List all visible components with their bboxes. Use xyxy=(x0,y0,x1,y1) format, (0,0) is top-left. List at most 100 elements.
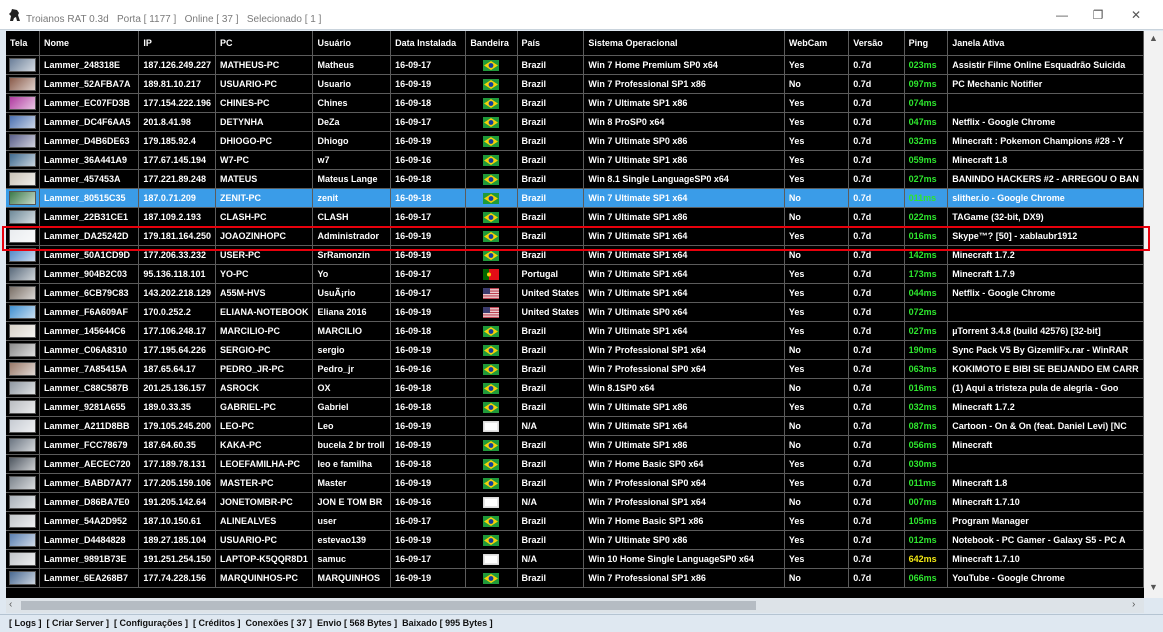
screen-thumbnail[interactable] xyxy=(9,324,36,338)
column-header-pc[interactable]: PC xyxy=(215,31,314,56)
table-row[interactable]: Lammer_C88C587B 201.25.136.157 ASROCK OX 16-… xyxy=(6,378,1144,398)
screen-thumbnail[interactable] xyxy=(9,267,36,281)
table-row[interactable]: Lammer_DA25242D 179.181.164.250 JOAOZINHOP… xyxy=(6,226,1144,246)
screen-thumbnail[interactable] xyxy=(9,457,36,471)
screen-thumbnail[interactable] xyxy=(9,476,36,490)
horizontal-scroll-thumb[interactable] xyxy=(21,601,756,610)
screen-thumbnail-cell[interactable] xyxy=(6,473,40,493)
screen-thumbnail[interactable] xyxy=(9,96,36,110)
screen-thumbnail[interactable] xyxy=(9,134,36,148)
table-row[interactable]: Lammer_FCC78679 187.64.60.35 KAKA-PC bucela… xyxy=(6,435,1144,455)
table-row[interactable]: Lammer_BABD7A77 177.205.159.106 MASTER-PC M… xyxy=(6,473,1144,493)
column-header-ip[interactable]: IP xyxy=(138,31,216,56)
screen-thumbnail-cell[interactable] xyxy=(6,435,40,455)
screen-thumbnail-cell[interactable] xyxy=(6,454,40,474)
table-row[interactable]: Lammer_80515C35 187.0.71.209 ZENIT-PC zenit… xyxy=(6,188,1144,208)
column-header-so[interactable]: Sistema Operacional xyxy=(583,31,785,56)
column-header-versao[interactable]: Versão xyxy=(848,31,905,56)
column-header-nome[interactable]: Nome xyxy=(39,31,140,56)
screen-thumbnail[interactable] xyxy=(9,514,36,528)
table-row[interactable]: Lammer_36A441A9 177.67.145.194 W7-PC w7 16-0… xyxy=(6,150,1144,170)
screen-thumbnail[interactable] xyxy=(9,172,36,186)
table-row[interactable]: Lammer_EC07FD3B 177.154.222.196 CHINES-PC C… xyxy=(6,93,1144,113)
screen-thumbnail-cell[interactable] xyxy=(6,530,40,550)
screen-thumbnail-cell[interactable] xyxy=(6,302,40,322)
horizontal-scrollbar[interactable]: ‹ › xyxy=(6,598,1144,613)
screen-thumbnail-cell[interactable] xyxy=(6,188,40,208)
screen-thumbnail[interactable] xyxy=(9,305,36,319)
screen-thumbnail[interactable] xyxy=(9,381,36,395)
screen-thumbnail-cell[interactable] xyxy=(6,207,40,227)
column-header-data[interactable]: Data Instalada xyxy=(390,31,467,56)
screen-thumbnail-cell[interactable] xyxy=(6,112,40,132)
screen-thumbnail-cell[interactable] xyxy=(6,264,40,284)
screen-thumbnail[interactable] xyxy=(9,58,36,72)
table-row[interactable]: Lammer_A211D8BB 179.105.245.200 LEO-PC Leo 1… xyxy=(6,416,1144,436)
table-row[interactable]: Lammer_7A85415A 187.65.64.17 PEDRO_JR-PC Pe… xyxy=(6,359,1144,379)
screen-thumbnail[interactable] xyxy=(9,248,36,262)
screen-thumbnail-cell[interactable] xyxy=(6,226,40,246)
screen-thumbnail-cell[interactable] xyxy=(6,131,40,151)
column-header-ping[interactable]: Ping xyxy=(904,31,949,56)
screen-thumbnail[interactable] xyxy=(9,286,36,300)
table-row[interactable]: Lammer_9891B73E 191.251.254.150 LAPTOP-K5Q… xyxy=(6,549,1144,569)
status-text[interactable]: [ Logs ] [ Criar Server ] [ Configuraçõe… xyxy=(9,618,493,628)
screen-thumbnail[interactable] xyxy=(9,77,36,91)
table-row[interactable]: Lammer_457453A 177.221.89.248 MATEUS Mateus… xyxy=(6,169,1144,189)
column-header-usuario[interactable]: Usuário xyxy=(312,31,392,56)
screen-thumbnail-cell[interactable] xyxy=(6,321,40,341)
column-header-webcam[interactable]: WebCam xyxy=(784,31,850,56)
screen-thumbnail[interactable] xyxy=(9,533,36,547)
screen-thumbnail-cell[interactable] xyxy=(6,283,40,303)
table-row[interactable]: Lammer_904B2C03 95.136.118.101 YO-PC Yo 16-0… xyxy=(6,264,1144,284)
screen-thumbnail-cell[interactable] xyxy=(6,397,40,417)
scroll-left-icon[interactable]: ‹ xyxy=(9,599,12,610)
minimize-button[interactable]: — xyxy=(1052,8,1072,22)
table-row[interactable]: Lammer_6CB79C83 143.202.218.129 A55M-HVS Us… xyxy=(6,283,1144,303)
screen-thumbnail[interactable] xyxy=(9,210,36,224)
screen-thumbnail-cell[interactable] xyxy=(6,150,40,170)
table-row[interactable]: Lammer_AECEC720 177.189.78.131 LEOEFAMILHA… xyxy=(6,454,1144,474)
screen-thumbnail-cell[interactable] xyxy=(6,378,40,398)
screen-thumbnail[interactable] xyxy=(9,191,36,205)
screen-thumbnail-cell[interactable] xyxy=(6,93,40,113)
screen-thumbnail-cell[interactable] xyxy=(6,340,40,360)
screen-thumbnail[interactable] xyxy=(9,400,36,414)
table-row[interactable]: Lammer_D86BA7E0 191.205.142.64 JONETOMBR-P… xyxy=(6,492,1144,512)
table-row[interactable]: Lammer_52AFBA7A 189.81.10.217 USUARIO-PC Us… xyxy=(6,74,1144,94)
scroll-up-icon[interactable]: ▲ xyxy=(1149,33,1158,43)
table-row[interactable]: Lammer_22B31CE1 187.109.2.193 CLASH-PC CLAS… xyxy=(6,207,1144,227)
screen-thumbnail[interactable] xyxy=(9,495,36,509)
screen-thumbnail-cell[interactable] xyxy=(6,492,40,512)
column-header-bandeira[interactable]: Bandeira xyxy=(465,31,518,56)
table-row[interactable]: Lammer_6EA268B7 177.74.228.156 MARQUINHOS-… xyxy=(6,568,1144,588)
screen-thumbnail[interactable] xyxy=(9,571,36,585)
column-header-pais[interactable]: País xyxy=(517,31,585,56)
screen-thumbnail[interactable] xyxy=(9,362,36,376)
table-row[interactable]: Lammer_F6A609AF 170.0.252.2 ELIANA-NOTEBOO… xyxy=(6,302,1144,322)
maximize-button[interactable]: ❐ xyxy=(1088,8,1108,22)
table-row[interactable]: Lammer_C06A8310 177.195.64.226 SERGIO-PC se… xyxy=(6,340,1144,360)
screen-thumbnail[interactable] xyxy=(9,115,36,129)
screen-thumbnail-cell[interactable] xyxy=(6,74,40,94)
scroll-right-icon[interactable]: › xyxy=(1132,599,1135,610)
screen-thumbnail[interactable] xyxy=(9,419,36,433)
vertical-scrollbar[interactable]: ▲ ▼ xyxy=(1144,31,1163,598)
table-row[interactable]: Lammer_D4484828 189.27.185.104 USUARIO-PC e… xyxy=(6,530,1144,550)
table-row[interactable]: Lammer_9281A655 189.0.33.35 GABRIEL-PC Gabr… xyxy=(6,397,1144,417)
screen-thumbnail-cell[interactable] xyxy=(6,359,40,379)
screen-thumbnail[interactable] xyxy=(9,229,36,243)
table-row[interactable]: Lammer_248318E 187.126.249.227 MATHEUS-PC M… xyxy=(6,55,1144,75)
screen-thumbnail[interactable] xyxy=(9,552,36,566)
screen-thumbnail-cell[interactable] xyxy=(6,55,40,75)
screen-thumbnail[interactable] xyxy=(9,153,36,167)
column-header-tela[interactable]: Tela xyxy=(6,31,40,56)
column-header-janela[interactable]: Janela Ativa xyxy=(947,31,1144,56)
screen-thumbnail-cell[interactable] xyxy=(6,511,40,531)
screen-thumbnail-cell[interactable] xyxy=(6,549,40,569)
table-row[interactable]: Lammer_50A1CD9D 177.206.33.232 USER-PC SrRa… xyxy=(6,245,1144,265)
scroll-down-icon[interactable]: ▼ xyxy=(1149,582,1158,592)
screen-thumbnail-cell[interactable] xyxy=(6,416,40,436)
screen-thumbnail-cell[interactable] xyxy=(6,245,40,265)
table-row[interactable]: Lammer_54A2D952 187.10.150.61 ALINEALVES us… xyxy=(6,511,1144,531)
